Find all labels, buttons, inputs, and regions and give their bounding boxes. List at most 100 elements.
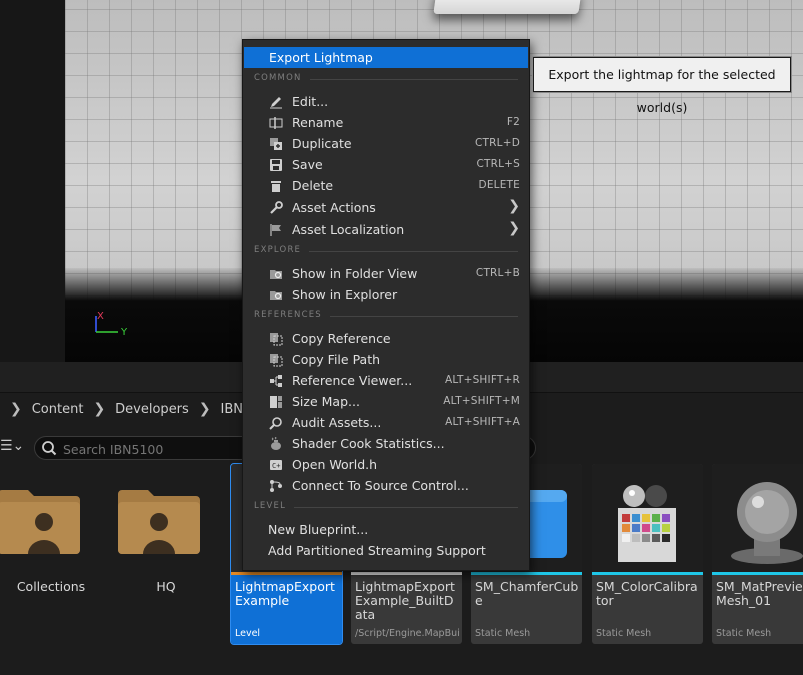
menu-item-show-in-folder-view[interactable]: Show in Folder View CTRL+B <box>243 263 529 284</box>
audit-icon <box>269 417 282 430</box>
asset-name: SM_MatPreview Mesh_01 <box>716 579 803 608</box>
menu-item-rename[interactable]: Rename F2 <box>243 112 529 133</box>
menu-item-audit-assets[interactable]: Audit Assets... ALT+SHIFT+A <box>243 412 529 433</box>
menu-item-label: Export Lightmap <box>269 50 373 65</box>
menu-item-shortcut: ALT+SHIFT+M <box>443 395 520 407</box>
menu-item-label: Connect To Source Control... <box>292 478 469 493</box>
menu-item-size-map[interactable]: Size Map... ALT+SHIFT+M <box>243 391 529 412</box>
folder-search-icon <box>270 291 282 300</box>
menu-item-label: Reference Viewer... <box>292 373 413 388</box>
asset-type: Level <box>235 628 261 639</box>
menu-section-common: COMMON <box>254 73 518 85</box>
menu-item-connect-source-control[interactable]: Connect To Source Control... <box>243 475 529 496</box>
menu-item-label: Edit... <box>292 94 329 109</box>
menu-item-shortcut: ALT+SHIFT+A <box>445 416 520 428</box>
export-lightmap-tooltip: Export the lightmap for the selected wor… <box>533 57 791 115</box>
menu-item-label: Show in Explorer <box>292 287 398 302</box>
copy-icon <box>270 354 283 367</box>
chevron-right-icon[interactable]: ❯ <box>93 401 105 417</box>
menu-section-explore: EXPLORE <box>254 245 518 257</box>
menu-item-shortcut: F2 <box>506 116 520 128</box>
menu-item-add-partitioned-streaming[interactable]: Add Partitioned Streaming Support <box>243 540 529 561</box>
asset-tile-sm-matpreview-mesh[interactable]: SM_MatPreview Mesh_01 Static Mesh <box>712 464 803 644</box>
menu-item-export-lightmap[interactable]: Export Lightmap <box>244 47 528 68</box>
menu-item-open-world-h[interactable]: C+ Open World.h <box>243 454 529 475</box>
asset-type: Static Mesh <box>716 628 772 639</box>
pencil-icon <box>270 97 282 109</box>
svg-text:C+: C+ <box>272 462 280 470</box>
breadcrumb-item-developers[interactable]: Developers <box>115 402 189 417</box>
asset-name: SM_ColorCalibrator <box>596 579 698 608</box>
menu-item-save[interactable]: Save CTRL+S <box>243 154 529 175</box>
size-map-icon <box>270 396 282 408</box>
menu-item-label: Show in Folder View <box>292 266 418 281</box>
wrench-icon <box>270 201 283 214</box>
color-calibrator-icon <box>618 485 676 562</box>
chevron-right-icon[interactable]: ❯ <box>10 401 22 417</box>
asset-type: Static Mesh <box>475 628 531 639</box>
trash-icon <box>271 181 281 192</box>
asset-tile-sm-colorcalibrator[interactable]: SM_ColorCalibrator Static Mesh <box>592 464 703 644</box>
asset-type-color-bar <box>471 572 582 575</box>
copy-icon <box>270 333 283 346</box>
asset-context-menu: Export Lightmap COMMON Edit... Rename F2… <box>242 39 530 571</box>
asset-type-color-bar <box>712 572 803 575</box>
asset-type-color-bar <box>351 572 462 575</box>
menu-item-copy-reference[interactable]: Copy Reference <box>243 328 529 349</box>
menu-item-duplicate[interactable]: Duplicate CTRL+D <box>243 133 529 154</box>
folder-tile-hq[interactable]: HQ <box>112 464 224 644</box>
menu-item-edit[interactable]: Edit... <box>243 91 529 112</box>
material-preview-mesh-icon <box>731 482 803 564</box>
menu-item-shader-cook-statistics[interactable]: Shader Cook Statistics... <box>243 433 529 454</box>
menu-item-asset-actions[interactable]: Asset Actions ❯ <box>243 197 529 218</box>
menu-item-reference-viewer[interactable]: Reference Viewer... ALT+SHIFT+R <box>243 370 529 391</box>
asset-thumbnail <box>592 464 703 572</box>
asset-thumbnail <box>712 464 803 572</box>
menu-item-shortcut: DELETE <box>478 179 520 191</box>
menu-item-show-in-explorer[interactable]: Show in Explorer <box>243 284 529 305</box>
code-icon: C+ <box>270 460 282 470</box>
menu-section-references: REFERENCES <box>254 310 518 322</box>
menu-item-shortcut: CTRL+B <box>475 267 520 279</box>
folder-tile-collections[interactable]: Collections <box>0 464 104 644</box>
menu-item-delete[interactable]: Delete DELETE <box>243 175 529 196</box>
scene-cube-mesh[interactable] <box>433 0 582 14</box>
menu-item-new-blueprint[interactable]: New Blueprint... <box>243 519 529 540</box>
menu-item-label: Rename <box>292 115 344 130</box>
folder-label: HQ <box>156 579 176 594</box>
menu-item-label: New Blueprint... <box>268 522 369 537</box>
viewport-side-panel <box>0 0 65 362</box>
menu-item-label: Size Map... <box>292 394 360 409</box>
asset-name: LightmapExport Example_BuiltData <box>355 579 455 622</box>
asset-type-color-bar <box>592 572 703 575</box>
flag-icon <box>270 224 281 236</box>
menu-item-label: Audit Assets... <box>292 415 382 430</box>
menu-item-label: Save <box>292 157 323 172</box>
menu-item-label: Duplicate <box>292 136 352 151</box>
save-icon <box>270 159 282 171</box>
asset-type: /Script/Engine.MapBuil... <box>355 628 459 639</box>
axis-gizmo-icon: X Y <box>95 311 128 338</box>
chevron-right-icon[interactable]: ❯ <box>199 401 211 417</box>
menu-item-label: Copy Reference <box>292 331 391 346</box>
menu-item-shortcut: ALT+SHIFT+R <box>444 374 520 386</box>
asset-name: LightmapExport Example <box>235 579 335 608</box>
menu-item-shortcut: CTRL+S <box>476 158 520 170</box>
menu-item-label: Delete <box>292 178 334 193</box>
rename-icon <box>269 117 283 129</box>
menu-item-asset-localization[interactable]: Asset Localization ❯ <box>243 219 529 240</box>
folder-icon <box>0 490 80 554</box>
folder-label: Collections <box>16 579 86 594</box>
menu-item-label: Shader Cook Statistics... <box>292 436 445 451</box>
gizmo-y-label: Y <box>120 327 128 338</box>
gizmo-x-label: X <box>97 311 104 322</box>
graph-icon <box>270 375 282 387</box>
source-control-icon <box>270 480 282 492</box>
folder-icon <box>118 490 200 554</box>
chevron-right-icon: ❯ <box>508 220 520 236</box>
menu-item-label: Open World.h <box>292 457 378 472</box>
menu-item-copy-file-path[interactable]: Copy File Path <box>243 349 529 370</box>
filter-dropdown-button[interactable]: ☰⌄ <box>0 438 24 454</box>
menu-item-label: Copy File Path <box>292 352 381 367</box>
breadcrumb-item-content[interactable]: Content <box>32 402 84 417</box>
